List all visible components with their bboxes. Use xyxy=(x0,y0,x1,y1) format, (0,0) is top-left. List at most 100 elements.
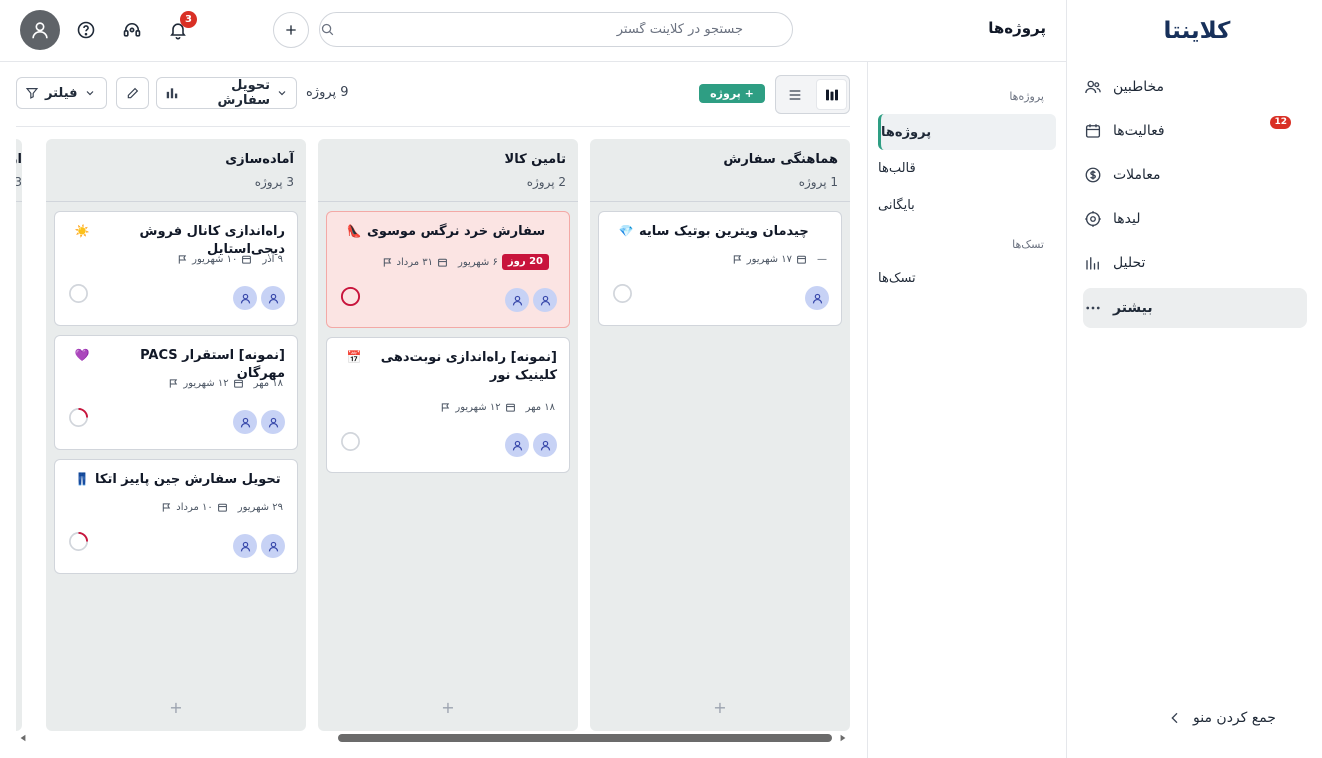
card-start-date: ۱۰ شهریور xyxy=(192,254,238,265)
subnav-item-tasks[interactable]: تسک‌ها xyxy=(878,260,1056,296)
overdue-badge: 20 روز xyxy=(501,254,549,270)
assignee-avatar[interactable] xyxy=(233,534,257,558)
add-card-button[interactable]: + xyxy=(438,697,458,717)
scrollbar-thumb[interactable] xyxy=(338,734,832,742)
assignee-avatar[interactable] xyxy=(805,286,829,310)
column-count: 3 xyxy=(16,175,22,189)
sidebar-item-deals[interactable]: معاملات xyxy=(1083,155,1307,195)
assignee-avatar[interactable] xyxy=(505,288,529,312)
card-dates: ۱۰ مرداد ۲۹ شهریور xyxy=(161,502,283,513)
search-input[interactable] xyxy=(343,22,743,37)
subnav-item-archive[interactable]: بایگانی xyxy=(878,187,1056,223)
card-dates: ۳۱ مرداد ۶ شهریور 20 روز xyxy=(382,254,555,270)
list-view-button[interactable] xyxy=(779,79,810,110)
progress-ring xyxy=(69,407,89,427)
sidebar-item-label: تحلیل xyxy=(1113,255,1146,271)
start-flag-icon xyxy=(732,254,743,265)
card-assignees xyxy=(805,286,829,310)
gem-icon: 💎 xyxy=(618,224,634,238)
card-start-date: ۱۲ شهریور xyxy=(455,402,501,413)
help-button[interactable] xyxy=(74,18,98,42)
project-count: 9 پروژه xyxy=(306,85,349,100)
sidebar-item-activities[interactable]: فعالیت‌ها 12 xyxy=(1083,111,1307,151)
edit-pipeline-button[interactable] xyxy=(116,77,149,109)
column-title: ار xyxy=(16,152,22,167)
subnav-section-tasks: تسک‌ها xyxy=(1012,238,1044,251)
project-card[interactable]: ☀️ راه‌اندازی کانال فروش دیجی‌استایل ۱۰ … xyxy=(54,211,298,326)
column-title: هماهنگی سفارش xyxy=(723,152,838,167)
chevron-down-icon xyxy=(84,87,96,99)
bar-chart-icon xyxy=(165,86,179,100)
card-assignees xyxy=(233,410,285,434)
brand-logo[interactable]: کلاینتا xyxy=(1162,18,1232,50)
progress-ring xyxy=(340,286,361,307)
collapse-menu-button[interactable]: جمع کردن منو xyxy=(1167,704,1307,732)
column-header: آماده‌سازی 3 پروژه xyxy=(46,139,306,202)
column-header: ار 3 xyxy=(16,139,22,202)
pipeline-select[interactable]: تحویل سفارش xyxy=(156,77,297,109)
assignee-avatar[interactable] xyxy=(261,534,285,558)
assignee-avatar[interactable] xyxy=(261,410,285,434)
kanban-board: هماهنگی سفارش 1 پروژه 💎 چیدمان ویترین بو… xyxy=(16,139,850,731)
subnav-item-templates[interactable]: قالب‌ها xyxy=(878,150,1056,186)
progress-ring xyxy=(69,531,89,551)
project-card[interactable]: 👖 تحویل سفارش جین پاییز اتکا ۱۰ مرداد ۲۹… xyxy=(54,459,298,574)
pipeline-select-value: تحویل سفارش xyxy=(217,78,270,108)
sidebar-item-contacts[interactable]: مخاطبین xyxy=(1083,67,1307,107)
column-title: آماده‌سازی xyxy=(225,152,294,167)
board-column: تامین کالا 2 پروژه 👠 سفارش خرد نرگس موسو… xyxy=(318,139,578,731)
assignee-avatar[interactable] xyxy=(261,286,285,310)
add-card-button[interactable]: + xyxy=(166,697,186,717)
shoe-icon: 👠 xyxy=(346,224,362,238)
assignee-avatar[interactable] xyxy=(505,433,529,457)
card-end-date: ۶ شهریور xyxy=(458,256,498,268)
dollar-icon xyxy=(1083,165,1103,185)
scroll-left-arrow-icon[interactable] xyxy=(18,733,28,743)
sidebar-item-analytics[interactable]: تحلیل xyxy=(1083,243,1307,283)
sidebar-item-label: بیشتر xyxy=(1113,300,1153,316)
project-card[interactable]: 👠 سفارش خرد نرگس موسوی ۳۱ مرداد ۶ شهریور… xyxy=(326,211,570,328)
board-column: ار 3 xyxy=(16,139,22,731)
sidebar-item-leads[interactable]: لیدها xyxy=(1083,199,1307,239)
project-card[interactable]: 💜 [نمونه] استقرار PACS مهرگان ۱۲ شهریور … xyxy=(54,335,298,450)
board-horizontal-scrollbar[interactable] xyxy=(16,731,850,745)
card-title: چیدمان ویترین بوتیک سایه xyxy=(639,224,809,239)
headset-icon xyxy=(122,20,142,40)
search-icon xyxy=(320,22,335,37)
assignee-avatar[interactable] xyxy=(533,433,557,457)
top-header: پروژه‌ها 3 xyxy=(0,0,1066,62)
quick-add-button[interactable] xyxy=(273,12,309,48)
add-project-button[interactable]: + پروژه xyxy=(699,84,765,103)
chevron-left-icon xyxy=(1167,710,1183,726)
card-assignees xyxy=(505,288,557,312)
add-card-button[interactable]: + xyxy=(710,697,730,717)
list-icon xyxy=(787,87,803,103)
assignee-avatar[interactable] xyxy=(233,410,257,434)
project-card[interactable]: 📅 [نمونه] راه‌اندازی نوبت‌دهی کلینیک نور… xyxy=(326,337,570,473)
card-start-date: ۱۰ مرداد xyxy=(176,502,213,513)
contacts-icon xyxy=(1083,77,1103,97)
calendar-emoji-icon: 📅 xyxy=(346,350,362,364)
scroll-right-arrow-icon[interactable] xyxy=(838,733,848,743)
card-title: [نمونه] راه‌اندازی نوبت‌دهی کلینیک نور xyxy=(380,350,557,383)
search-bar[interactable] xyxy=(319,12,793,47)
user-avatar-button[interactable] xyxy=(20,10,60,50)
start-flag-icon xyxy=(440,402,451,413)
support-button[interactable] xyxy=(120,18,144,42)
subnav-item-projects[interactable]: پروژه‌ها xyxy=(878,114,1056,150)
start-flag-icon xyxy=(177,254,188,265)
sidebar-item-label: فعالیت‌ها xyxy=(1113,123,1165,139)
card-start-date: ۱۲ شهریور xyxy=(183,378,229,389)
assignee-avatar[interactable] xyxy=(533,288,557,312)
filter-button[interactable]: فیلتر xyxy=(16,77,107,109)
subnav-section-projects: پروژه‌ها xyxy=(1009,90,1044,103)
assignee-avatar[interactable] xyxy=(233,286,257,310)
pencil-icon xyxy=(126,86,140,100)
kanban-view-button[interactable] xyxy=(816,79,847,110)
project-card[interactable]: 💎 چیدمان ویترین بوتیک سایه ۱۷ شهریور — xyxy=(598,211,842,326)
projects-subnav: پروژه‌ها پروژه‌ها قالب‌ها بایگانی تسک‌ها… xyxy=(867,62,1066,758)
plus-icon xyxy=(283,22,299,38)
progress-ring xyxy=(69,284,88,303)
sidebar-item-more[interactable]: بیشتر xyxy=(1083,288,1307,328)
board-toolbar: + پروژه 9 پروژه تحویل سفارش فیلتر xyxy=(16,62,850,127)
